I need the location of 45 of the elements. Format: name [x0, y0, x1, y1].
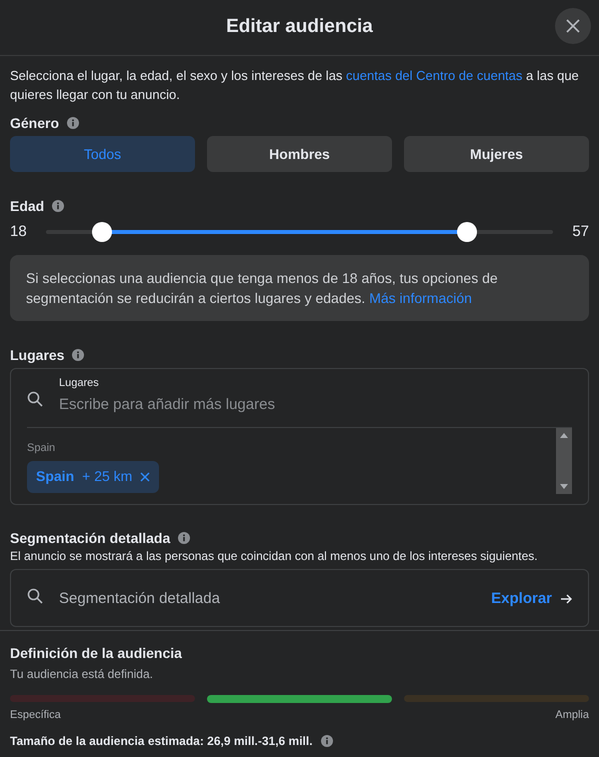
info-icon[interactable] [67, 117, 80, 129]
more-info-link[interactable]: Más información [369, 290, 472, 306]
location-chip[interactable]: Spain + 25 km [27, 460, 160, 492]
audience-status: Tu audiencia está definida. [10, 666, 154, 683]
info-icon[interactable] [178, 532, 190, 544]
scrollbar[interactable] [556, 428, 572, 494]
audience-title: Definición de la audiencia [10, 644, 183, 663]
accounts-center-link[interactable]: cuentas del Centro de cuentas [346, 68, 522, 83]
section-label: Edad [10, 196, 44, 216]
locations-input[interactable]: Escribe para añadir más lugares [59, 394, 519, 416]
search-icon [27, 588, 43, 604]
audience-estimate: Tamaño de la audiencia estimada: 26,9 mill.-31,6 mill. [10, 732, 313, 750]
age-min: 18 [10, 222, 28, 242]
group-label: Spain [27, 441, 56, 456]
gender-option[interactable]: Hombres [207, 136, 392, 172]
gender-option[interactable]: Mujeres [404, 136, 589, 172]
slider-thumb[interactable] [92, 222, 112, 242]
explore-button[interactable]: Explorar [491, 588, 572, 610]
meter-left-label: Específica [10, 708, 61, 723]
search-icon [27, 391, 43, 407]
remove-icon[interactable] [140, 472, 150, 482]
info-icon[interactable] [52, 200, 64, 212]
meter-right-label: Amplia [555, 708, 589, 723]
chip-name: Spain [36, 467, 74, 486]
detailed-targeting-input[interactable]: Segmentación detallada [59, 588, 476, 610]
age-max: 57 [571, 222, 589, 242]
info-icon[interactable] [320, 734, 333, 746]
scroll-down-icon[interactable] [560, 484, 568, 489]
detailed-targeting-field[interactable]: Segmentación detallada Explorar [10, 569, 589, 627]
arrow-right-icon [560, 593, 572, 606]
close-icon [565, 18, 581, 34]
notice-text: Si seleccionas una audiencia que tenga menos de 18 años, tus opciones de segmentación se reducirán a ciertos lugares y edades. Más información [26, 269, 499, 308]
chip-radius: + 25 km [82, 467, 132, 486]
field-label: Lugares [59, 376, 100, 391]
intro-text: Selecciona el lugar, la edad, el sexo y los intereses de las cuentas del Centro de cuentas a las que quieres llegar con tu anuncio. [10, 67, 580, 104]
info-icon[interactable] [72, 349, 84, 361]
section-description: El anuncio se mostrará a las personas que coincidan con al menos uno de los intereses siguientes. [10, 548, 539, 564]
scroll-up-icon[interactable] [560, 433, 568, 438]
slider-thumb[interactable] [456, 222, 477, 242]
close-button[interactable] [555, 8, 591, 44]
section-label: Lugares [10, 346, 64, 365]
dialog-title: Editar audiencia [226, 15, 373, 40]
section-label: Género [10, 114, 60, 132]
gender-option[interactable]: Todos [10, 136, 195, 172]
section-label: Segmentación detallada [10, 528, 170, 548]
